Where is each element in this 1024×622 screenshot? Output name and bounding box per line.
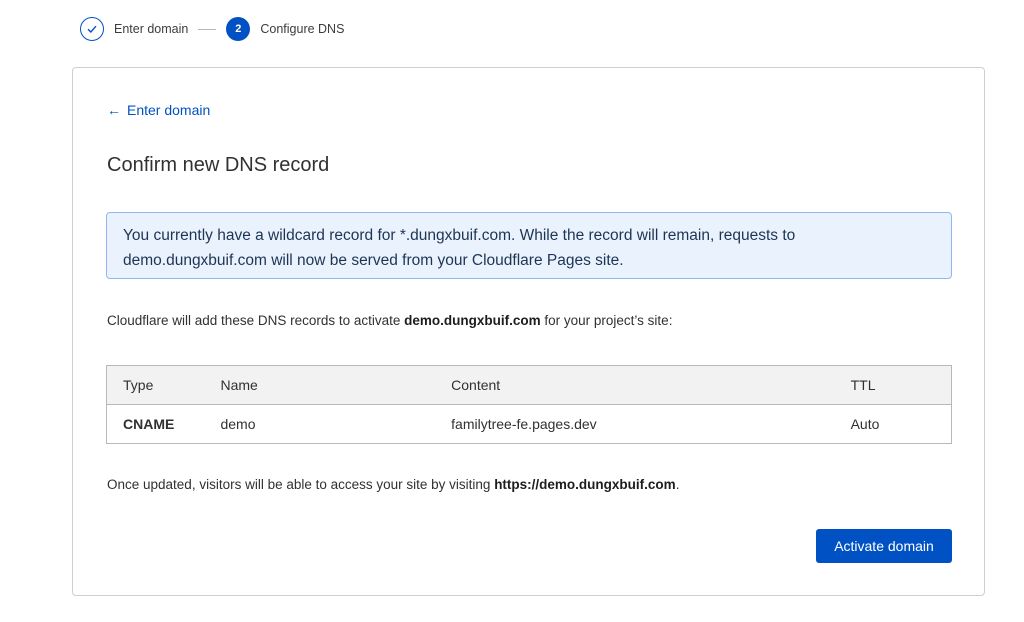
back-to-enter-domain-link[interactable]: ← Enter domain [107, 102, 210, 118]
step-completed-check-icon [80, 17, 104, 41]
column-header-content: Content [435, 365, 835, 405]
step-1-label: Enter domain [114, 22, 189, 36]
step-divider [198, 28, 217, 30]
table-header-row: Type Name Content TTL [106, 365, 952, 405]
intro-domain: demo.dungxbuif.com [404, 313, 541, 328]
record-content: familytree-fe.pages.dev [435, 404, 835, 444]
arrow-left-icon: ← [107, 102, 121, 118]
step-2-number: 2 [226, 17, 251, 41]
activate-domain-button[interactable]: Activate domain [816, 529, 952, 563]
table-row: CNAME demo familytree-fe.pages.dev Auto [106, 404, 952, 444]
column-header-type: Type [106, 365, 205, 405]
column-header-ttl: TTL [834, 365, 952, 405]
site-url: https://demo.dungxbuif.com [494, 477, 676, 492]
dns-records-table: Type Name Content TTL CNAME demo familyt… [106, 365, 952, 444]
back-link-label: Enter domain [127, 102, 211, 118]
page-title: Confirm new DNS record [107, 154, 330, 176]
record-type: CNAME [106, 404, 205, 444]
configure-dns-card: ← Enter domain Confirm new DNS record Yo… [72, 67, 985, 596]
wildcard-info-alert: You currently have a wildcard record for… [106, 212, 952, 279]
visit-info-text: Once updated, visitors will be able to a… [107, 477, 680, 492]
step-2-label: Configure DNS [260, 22, 345, 36]
record-ttl: Auto [834, 404, 952, 444]
column-header-name: Name [204, 365, 436, 405]
record-name: demo [204, 404, 436, 444]
stepper: Enter domain 2 Configure DNS [80, 16, 344, 42]
dns-intro-text: Cloudflare will add these DNS records to… [107, 313, 673, 328]
